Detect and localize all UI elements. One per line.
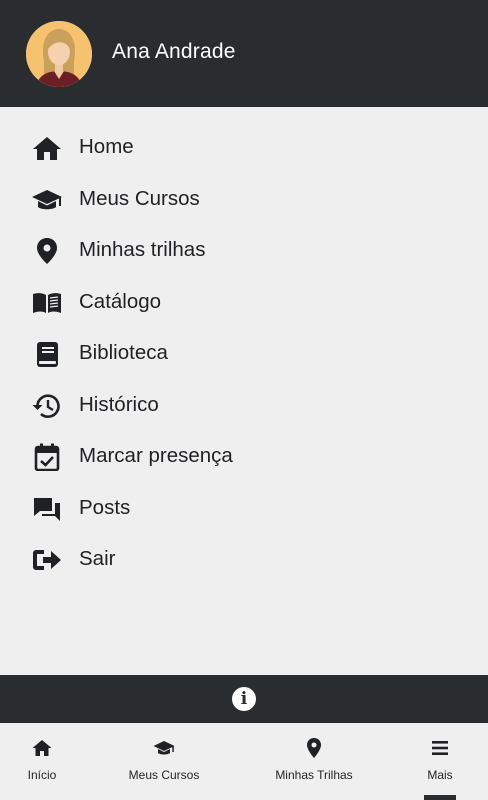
- nav-tab-inicio[interactable]: Início: [0, 723, 84, 800]
- menu-item-label: Histórico: [79, 392, 159, 416]
- menu-item-label: Home: [79, 135, 134, 158]
- menu-item-label: Sair: [79, 547, 116, 570]
- menu-item-marcar-presenca[interactable]: Marcar presença: [0, 431, 488, 483]
- nav-tab-label: Início: [27, 768, 57, 782]
- menu-item-historico[interactable]: Histórico: [0, 380, 488, 432]
- nav-tab-label: Meus Cursos: [128, 768, 200, 782]
- menu-item-label: Biblioteca: [79, 341, 168, 364]
- user-name: Ana Andrade: [112, 40, 236, 63]
- nav-tab-mais[interactable]: Mais: [410, 723, 470, 800]
- graduation-cap-icon: [31, 186, 63, 214]
- nav-tab-label: Minhas Trilhas: [275, 768, 353, 782]
- menu-item-meus-cursos[interactable]: Meus Cursos: [0, 174, 488, 226]
- menu-item-sair[interactable]: Sair: [0, 534, 488, 586]
- sign-out-icon: [31, 546, 63, 574]
- map-pin-icon: [303, 737, 325, 759]
- menu-item-catalogo[interactable]: Catálogo: [0, 277, 488, 329]
- side-menu: Home Meus Cursos Minhas trilhas Catálogo…: [0, 122, 488, 586]
- menu-item-label: Meus Cursos: [79, 186, 200, 210]
- menu-item-label: Posts: [79, 495, 131, 519]
- menu-item-label: Minhas trilhas: [79, 238, 206, 261]
- chat-bubbles-icon: [31, 495, 63, 523]
- menu-item-posts[interactable]: Posts: [0, 483, 488, 535]
- book-icon: [31, 340, 63, 368]
- avatar-illustration-icon: [26, 21, 92, 87]
- info-bar: i: [0, 675, 488, 723]
- avatar[interactable]: [26, 21, 92, 87]
- info-icon[interactable]: i: [232, 687, 256, 711]
- menu-item-minhas-trilhas[interactable]: Minhas trilhas: [0, 225, 488, 277]
- map-pin-icon: [31, 237, 63, 265]
- history-icon: [31, 392, 63, 420]
- bottom-navigation: Início Meus Cursos Minhas Trilhas Mais: [0, 723, 488, 800]
- menu-item-label: Marcar presença: [79, 444, 233, 467]
- home-icon: [31, 134, 63, 162]
- profile-header: Ana Andrade: [0, 0, 488, 107]
- open-book-icon: [31, 289, 63, 317]
- nav-tab-meus-cursos[interactable]: Meus Cursos: [114, 723, 214, 800]
- calendar-check-icon: [31, 443, 63, 471]
- menu-item-home[interactable]: Home: [0, 122, 488, 174]
- nav-tab-label: Mais: [427, 768, 453, 782]
- info-glyph: i: [240, 689, 248, 709]
- nav-tab-minhas-trilhas[interactable]: Minhas Trilhas: [264, 723, 364, 800]
- menu-item-biblioteca[interactable]: Biblioteca: [0, 328, 488, 380]
- active-tab-indicator: [424, 795, 456, 800]
- menu-icon: [429, 737, 451, 759]
- graduation-cap-icon: [153, 737, 175, 759]
- menu-item-label: Catálogo: [79, 289, 162, 313]
- home-icon: [31, 737, 53, 759]
